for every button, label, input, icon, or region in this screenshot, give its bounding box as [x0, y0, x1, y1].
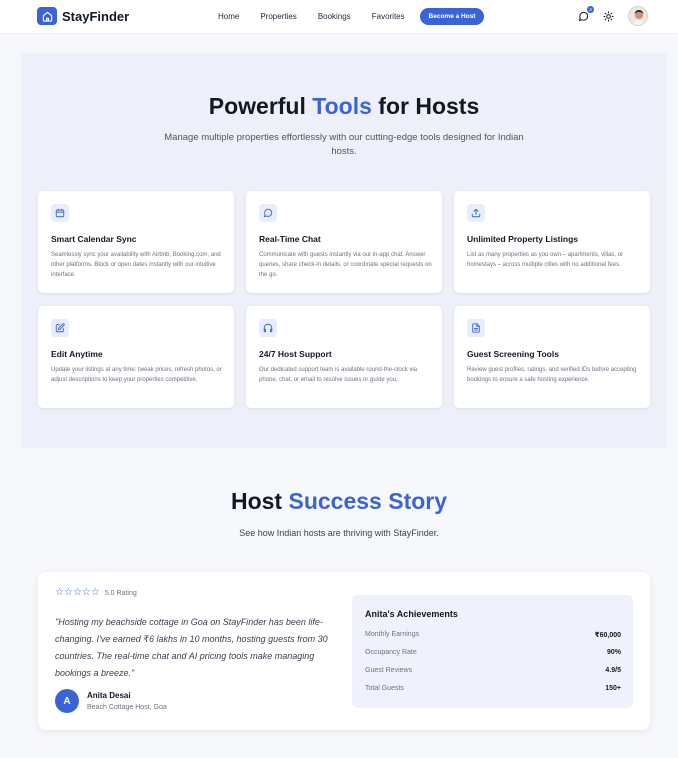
rating-label: 5.0 Rating [104, 589, 137, 597]
achievement-value: 4.9/5 [605, 667, 621, 674]
story-subtitle: See how Indian hosts are thriving with S… [239, 528, 439, 538]
brand-name: StayFinder [62, 8, 130, 24]
calendar-icon [51, 204, 69, 222]
tool-card-guest-screening: Guest Screening Tools Review guest profi… [454, 306, 650, 408]
tool-card-edit-anytime: Edit Anytime Update your listings at any… [38, 306, 234, 408]
achievement-value: 90% [606, 649, 621, 656]
tool-card-calendar-sync: Smart Calendar Sync Seamlessly sync your… [38, 191, 234, 293]
tools-heading: Powerful Tools for Hosts [21, 93, 667, 120]
tools-subtitle: Manage multiple properties effortlessly … [164, 132, 524, 157]
nav-link-home[interactable]: Home [218, 12, 239, 21]
tools-heading-accent: Tools [312, 93, 372, 119]
author-role: Beach Cottage Host, Goa [87, 704, 167, 711]
nav-link-bookings[interactable]: Bookings [318, 12, 351, 21]
home-icon [37, 7, 57, 25]
tool-card-title: Unlimited Property Listings [467, 234, 578, 244]
chat-icon [259, 204, 277, 222]
tools-heading-suffix: for Hosts [378, 93, 480, 119]
achievement-row: Occupancy Rate 90% [365, 649, 621, 656]
edit-icon [51, 319, 69, 337]
story-heading: Host Success Story [0, 488, 678, 515]
achievements-panel: Anita's Achievements Monthly Earnings ₹6… [352, 595, 633, 708]
achievement-value: ₹60,000 [594, 632, 621, 639]
achievement-row: Monthly Earnings ₹60,000 [365, 631, 621, 639]
achievement-label: Monthly Earnings [365, 631, 420, 638]
rating-stars: ☆ ☆ ☆ ☆ ☆ 5.0 Rating [55, 588, 137, 598]
testimonial-quote: "Hosting my beachside cottage in Goa on … [55, 617, 328, 678]
tool-card-unlimited-listings: Unlimited Property Listings List as many… [454, 191, 650, 293]
sun-icon[interactable] [602, 10, 615, 23]
achievements-title: Anita's Achievements [365, 609, 458, 619]
story-heading-accent: Success Story [288, 488, 448, 514]
user-avatar[interactable] [628, 6, 648, 26]
become-host-button[interactable]: Become a Host [420, 8, 484, 25]
brand-logo[interactable]: StayFinder [37, 7, 129, 25]
star-icon: ☆ [90, 587, 100, 598]
nav-link-properties[interactable]: Properties [260, 12, 296, 21]
achievement-row: Total Guests 150+ [365, 685, 621, 692]
testimonial-card: ☆ ☆ ☆ ☆ ☆ 5.0 Rating "Hosting my beachsi… [38, 572, 650, 730]
tool-card-host-support: 24/7 Host Support Our dedicated support … [246, 306, 442, 408]
nav-link-favorites[interactable]: Favorites [372, 12, 405, 21]
headphones-icon [259, 319, 277, 337]
achievement-row: Guest Reviews 4.9/5 [365, 667, 621, 674]
star-icon: ☆ [63, 587, 73, 598]
tool-card-real-time-chat: Real-Time Chat Communicate with guests i… [246, 191, 442, 293]
top-navbar: StayFinder Home Properties Bookings Favo… [0, 0, 678, 34]
document-icon [467, 319, 485, 337]
tool-card-title: Real-Time Chat [259, 234, 321, 244]
author-name: Anita Desai [87, 691, 131, 700]
tool-card-desc: Update your listings at any time: tweak … [51, 367, 222, 383]
nav-links: Home Properties Bookings Favorites [218, 12, 426, 21]
star-icon: ☆ [55, 587, 64, 598]
tool-card-desc: Communicate with guests instantly via ou… [259, 252, 432, 278]
achievement-label: Total Guests [365, 685, 404, 692]
tools-heading-prefix: Powerful [208, 93, 306, 119]
tool-card-title: Guest Screening Tools [467, 349, 559, 359]
star-icon: ☆ [81, 587, 91, 598]
notification-badge: 3 [587, 6, 594, 13]
tool-card-title: 24/7 Host Support [259, 349, 332, 359]
achievement-label: Occupancy Rate [365, 649, 417, 656]
tool-card-title: Edit Anytime [51, 349, 103, 359]
tool-card-desc: Our dedicated support team is available … [259, 367, 418, 383]
tool-card-desc: Seamlessly sync your availability with A… [51, 252, 221, 278]
story-heading-prefix: Host [230, 488, 283, 514]
star-icon: ☆ [72, 587, 82, 598]
upload-icon [467, 204, 485, 222]
achievement-value: 150+ [605, 685, 621, 692]
tool-card-desc: Review guest profiles, ratings, and veri… [467, 367, 637, 383]
tool-card-desc: List as many properties as you own – apa… [467, 252, 624, 268]
tool-card-title: Smart Calendar Sync [51, 234, 137, 244]
tools-section: Powerful Tools for Hosts Manage multiple… [21, 53, 667, 448]
achievement-label: Guest Reviews [365, 667, 413, 674]
author-avatar: A [55, 689, 79, 713]
